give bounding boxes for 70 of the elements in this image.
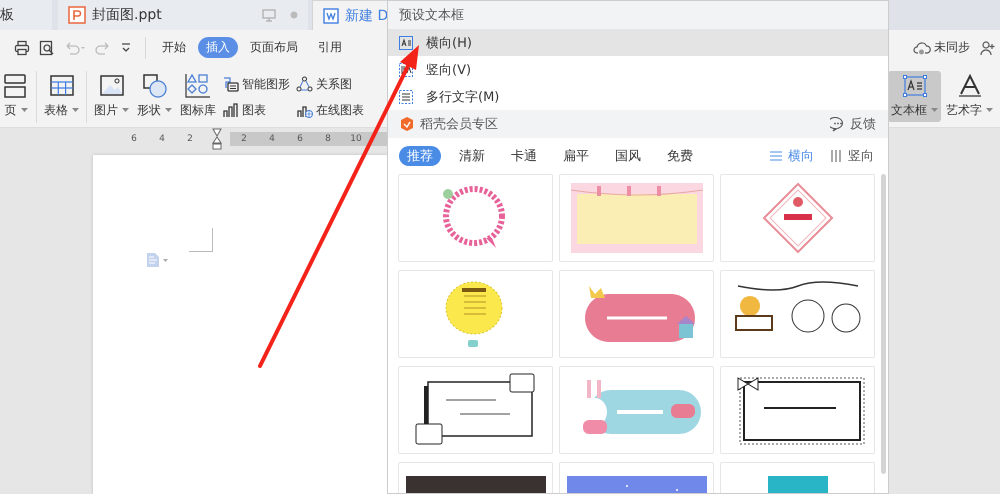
text-box-icon [902,73,928,99]
ruler-number: 10 [349,134,363,144]
dot-icon [290,11,298,19]
page-break-icon [3,73,29,99]
picture-icon [98,73,124,99]
ruler-number: 2 [240,134,248,144]
horizontal-text-box-icon [398,34,414,50]
template-card[interactable] [398,366,553,454]
filter-tab[interactable]: 免费 [659,146,701,166]
template-card[interactable] [720,366,875,454]
section-title: 稻壳会员专区 [420,116,498,133]
filter-tab[interactable]: 国风 [607,146,649,166]
cloud-icon [913,40,931,54]
relation-icon [296,76,313,92]
menu-tab[interactable]: 引用 [310,37,350,58]
multiline-text-box-icon [398,88,414,104]
icon-library-icon [185,73,211,99]
paragraph-icon[interactable] [147,253,169,267]
outlined-letter-icon [956,73,982,99]
template-card[interactable] [720,270,875,358]
ribbon-button[interactable]: 页 [0,71,32,122]
ruler-number: 8 [324,134,332,144]
vertical-lines-icon [830,150,842,162]
presentation-file-icon [68,6,86,24]
panel-title: 预设文本框 [399,7,464,24]
ribbon-button[interactable]: 图表 [221,97,291,123]
ribbon-button[interactable]: 图标库 [177,71,219,122]
table-icon [48,73,74,99]
scrollbar[interactable] [881,174,886,474]
ruler-number: 2 [186,134,194,144]
shapes-icon [142,73,168,99]
menu-item[interactable]: 横向(H) [388,29,888,56]
customize-caret-icon[interactable] [120,42,132,54]
printer-icon[interactable] [14,40,30,56]
print-preview-icon[interactable] [39,40,55,56]
menu-tab[interactable]: 页面布局 [242,37,306,58]
redo-icon[interactable] [95,40,111,56]
orientation-toggle[interactable]: 竖向 [830,147,874,165]
ribbon-button[interactable]: 在线图表 [295,97,365,123]
horizontal-lines-icon [770,150,782,162]
add-person-icon[interactable] [980,40,996,56]
ribbon-button[interactable]: 形状 [134,71,175,122]
monitor-icon[interactable] [262,8,276,22]
margin-corner-mark [189,228,213,252]
filter-tab[interactable]: 扁平 [555,146,597,166]
ruler-number: 4 [158,134,166,144]
ruler-number: 6 [130,134,138,144]
document-tab[interactable]: 板 [0,0,52,30]
document-tab[interactable]: 封面图.ppt [58,0,308,30]
sync-status-button[interactable]: 未同步 [913,39,970,56]
indent-marker-icon[interactable] [212,128,222,150]
smart-art-icon [222,76,239,92]
menu-item[interactable]: 多行文字(M) [388,83,888,110]
ribbon-button[interactable]: 关系图 [295,71,365,97]
undo-icon[interactable] [64,40,86,56]
feedback-button[interactable]: 反馈 [830,115,876,133]
chat-bubble-icon [830,116,846,132]
filter-tab[interactable]: 卡通 [503,146,545,166]
ribbon-button[interactable]: 表格 [41,71,82,122]
bar-chart-icon [222,102,239,118]
ribbon-button[interactable]: 艺术字 [943,71,996,122]
ribbon-button[interactable]: 智能图形 [221,71,291,97]
document-file-icon [323,8,339,24]
ribbon-button[interactable]: 文本框 [888,71,941,122]
menu-tab[interactable]: 开始 [154,37,194,58]
ribbon-button[interactable]: 图片 [91,71,132,122]
ruler-number: 4 [268,134,276,144]
filter-tab[interactable]: 清新 [451,146,493,166]
ruler-number: 6 [296,134,304,144]
shell-logo-icon [400,117,414,131]
